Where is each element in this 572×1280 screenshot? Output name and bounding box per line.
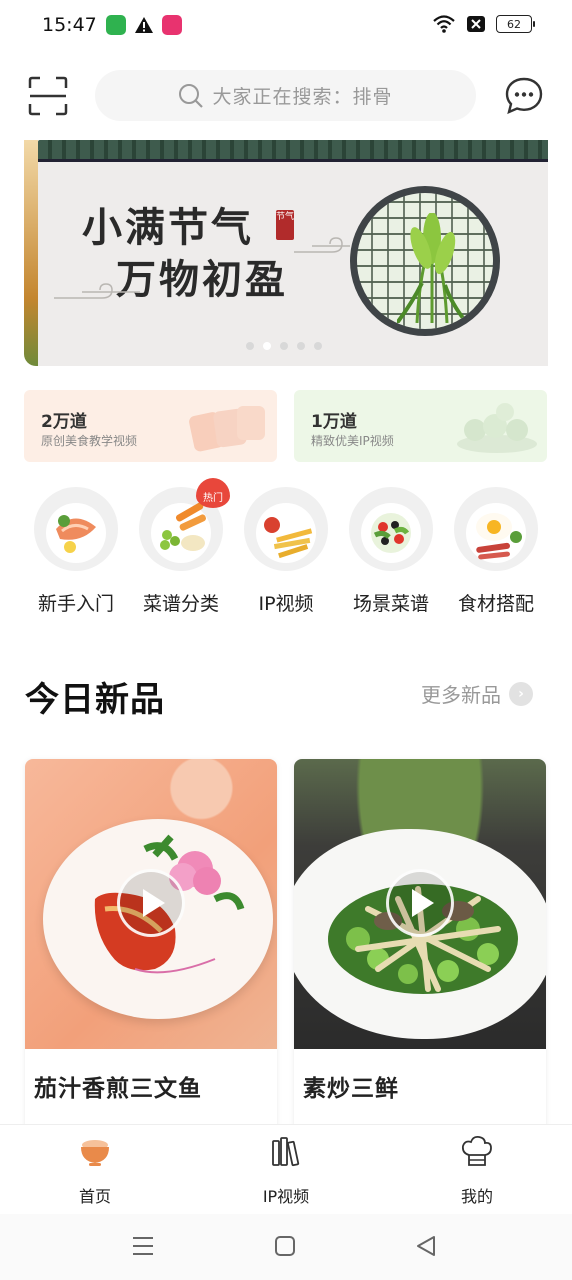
banner-roof-decoration: [38, 140, 548, 162]
wifi-icon: [433, 15, 455, 33]
back-triangle-icon[interactable]: [414, 1234, 438, 1258]
scan-icon[interactable]: [28, 76, 68, 116]
product-image[interactable]: [25, 759, 277, 1049]
bottom-tab-bar: 首页 IP视频 我的: [0, 1124, 572, 1214]
tab-mine[interactable]: 我的: [417, 1135, 537, 1207]
sim-app-icon: [106, 15, 126, 35]
chat-bubble-icon[interactable]: [504, 76, 544, 116]
banner-dot[interactable]: [297, 342, 305, 350]
tab-label: IP视频: [262, 1187, 310, 1206]
battery-level: 62: [507, 17, 521, 31]
tab-ip-video[interactable]: IP视频: [226, 1135, 346, 1207]
warning-icon: [135, 17, 153, 33]
category-label: IP视频: [258, 593, 314, 615]
product-name: 茄汁香煎三文鱼: [34, 1076, 202, 1102]
play-icon[interactable]: [386, 869, 454, 937]
rice-bowl-icon: [81, 1140, 109, 1166]
wheat-icon: [397, 213, 467, 323]
banner-dot[interactable]: [263, 342, 271, 350]
banner-dot[interactable]: [314, 342, 322, 350]
status-bar: 15:47 62: [0, 0, 572, 52]
chef-hat-icon: [461, 1135, 492, 1166]
tab-home[interactable]: 首页: [35, 1135, 155, 1207]
category-ingredients[interactable]: 食材搭配: [444, 487, 548, 616]
category-label: 食材搭配: [457, 593, 534, 615]
more-new-products-link[interactable]: 更多新品 ›: [421, 679, 533, 708]
fries-plate-icon: [244, 487, 328, 571]
tab-label: 首页: [78, 1187, 111, 1206]
hot-badge: 热门: [196, 478, 230, 508]
more-label: 更多新品: [421, 683, 501, 707]
section-title: 今日新品: [25, 680, 165, 720]
category-scene[interactable]: 场景菜谱: [339, 487, 443, 616]
promo-desc: 原创美食教学视频: [41, 434, 138, 448]
promo-count: 2万道: [41, 412, 87, 432]
category-ip-video[interactable]: IP视频: [234, 487, 338, 616]
meat-slices-icon: [189, 406, 265, 452]
battery-icon: 62: [496, 15, 535, 33]
system-nav-bar: [0, 1214, 572, 1280]
category-label: 场景菜谱: [352, 593, 429, 615]
search-placeholder: 大家正在搜索：排骨: [212, 86, 393, 108]
no-sim-icon: [467, 16, 485, 32]
tab-label: 我的: [460, 1187, 493, 1206]
home-square-icon[interactable]: [273, 1234, 297, 1258]
app-notification-icon: [162, 15, 182, 35]
menu-icon[interactable]: [131, 1234, 155, 1258]
search-input[interactable]: 大家正在搜索：排骨: [95, 70, 476, 121]
chevron-right-icon: ›: [509, 681, 533, 706]
cloud-pattern-icon: [54, 283, 140, 299]
banner-dot[interactable]: [280, 342, 288, 350]
search-icon: [179, 83, 204, 108]
banner-prev-peek[interactable]: [24, 140, 38, 366]
category-beginner[interactable]: 新手入门: [24, 487, 128, 616]
status-right-icons: 62: [432, 14, 535, 34]
banner-carousel[interactable]: 小满节气 万物初盈 节气: [38, 140, 548, 366]
category-label: 菜谱分类: [142, 593, 219, 615]
promo-card-ip-videos[interactable]: 1万道 精致优美IP视频: [294, 390, 547, 462]
salmon-plate-icon: [34, 487, 118, 571]
fried-egg-icon: [454, 487, 538, 571]
product-card[interactable]: 茄汁香煎三文鱼: [25, 759, 277, 1139]
banner-dot[interactable]: [246, 342, 254, 350]
promo-desc: 精致优美IP视频: [311, 434, 394, 448]
product-image[interactable]: [294, 759, 546, 1049]
product-name: 素炒三鲜: [303, 1076, 399, 1102]
books-icon: [272, 1137, 300, 1167]
salad-bowl-icon: [349, 487, 433, 571]
promo-count: 1万道: [311, 412, 357, 432]
play-icon[interactable]: [117, 869, 185, 937]
dumplings-icon: [457, 403, 537, 453]
category-label: 新手入门: [37, 593, 114, 615]
banner-title-line1: 小满节气: [82, 204, 254, 251]
status-time: 15:47: [42, 14, 97, 36]
lattice-window-image: [350, 186, 500, 336]
promo-card-tutorials[interactable]: 2万道 原创美食教学视频: [24, 390, 277, 462]
cloud-pattern-icon: [294, 237, 350, 253]
product-card[interactable]: 素炒三鲜: [294, 759, 546, 1139]
banner-pagination: [246, 342, 322, 350]
